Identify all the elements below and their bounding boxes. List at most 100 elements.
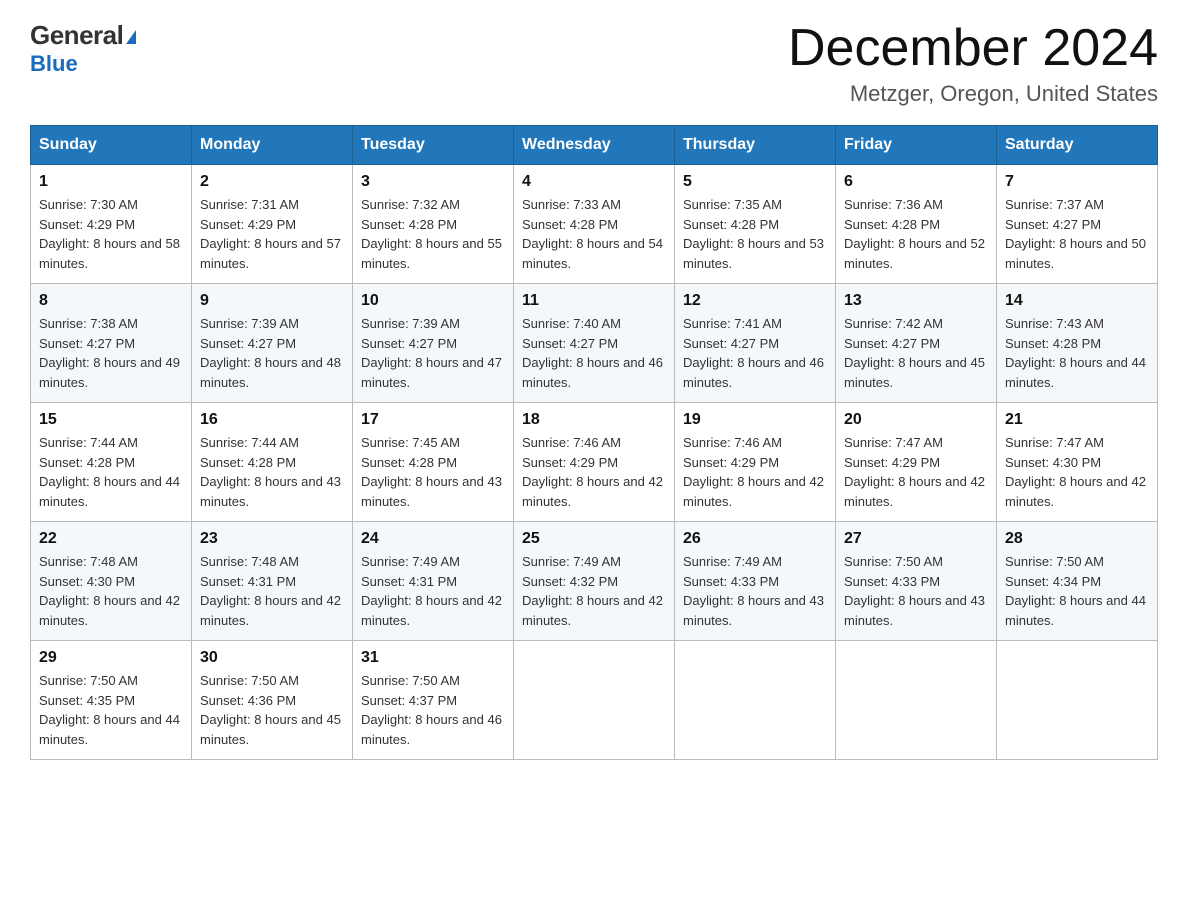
day-number: 11 xyxy=(522,292,666,310)
day-info: Sunrise: 7:32 AMSunset: 4:28 PMDaylight:… xyxy=(361,195,505,273)
day-info: Sunrise: 7:47 AMSunset: 4:29 PMDaylight:… xyxy=(844,433,988,511)
calendar-cell: 25 Sunrise: 7:49 AMSunset: 4:32 PMDayligh… xyxy=(514,522,675,641)
day-info: Sunrise: 7:47 AMSunset: 4:30 PMDaylight:… xyxy=(1005,433,1149,511)
day-number: 8 xyxy=(39,292,183,310)
day-number: 26 xyxy=(683,530,827,548)
day-info: Sunrise: 7:41 AMSunset: 4:27 PMDaylight:… xyxy=(683,314,827,392)
day-number: 25 xyxy=(522,530,666,548)
day-number: 16 xyxy=(200,411,344,429)
day-info: Sunrise: 7:38 AMSunset: 4:27 PMDaylight:… xyxy=(39,314,183,392)
day-info: Sunrise: 7:30 AMSunset: 4:29 PMDaylight:… xyxy=(39,195,183,273)
calendar-week-row: 29 Sunrise: 7:50 AMSunset: 4:35 PMDayligh… xyxy=(31,641,1158,760)
day-number: 9 xyxy=(200,292,344,310)
month-title: December 2024 xyxy=(788,20,1158,77)
day-number: 15 xyxy=(39,411,183,429)
calendar-cell: 8 Sunrise: 7:38 AMSunset: 4:27 PMDaylight… xyxy=(31,284,192,403)
logo-blue-text: Blue xyxy=(30,51,78,77)
calendar-cell: 6Sunrise: 7:36 AMSunset: 4:28 PMDaylight… xyxy=(836,165,997,284)
day-info: Sunrise: 7:46 AMSunset: 4:29 PMDaylight:… xyxy=(522,433,666,511)
day-info: Sunrise: 7:49 AMSunset: 4:31 PMDaylight:… xyxy=(361,552,505,630)
logo: General Blue xyxy=(30,20,136,77)
day-number: 21 xyxy=(1005,411,1149,429)
weekday-header-sunday: Sunday xyxy=(31,126,192,165)
day-number: 1 xyxy=(39,173,183,191)
day-number: 5 xyxy=(683,173,827,191)
day-info: Sunrise: 7:35 AMSunset: 4:28 PMDaylight:… xyxy=(683,195,827,273)
calendar-cell: 3 Sunrise: 7:32 AMSunset: 4:28 PMDaylight… xyxy=(353,165,514,284)
logo-general-text: General xyxy=(30,20,136,51)
calendar-cell xyxy=(675,641,836,760)
weekday-header-row: SundayMondayTuesdayWednesdayThursdayFrid… xyxy=(31,126,1158,165)
calendar-cell: 20 Sunrise: 7:47 AMSunset: 4:29 PMDayligh… xyxy=(836,403,997,522)
calendar-cell: 12 Sunrise: 7:41 AMSunset: 4:27 PMDayligh… xyxy=(675,284,836,403)
day-info: Sunrise: 7:48 AMSunset: 4:30 PMDaylight:… xyxy=(39,552,183,630)
calendar-cell xyxy=(514,641,675,760)
calendar-cell: 15 Sunrise: 7:44 AMSunset: 4:28 PMDayligh… xyxy=(31,403,192,522)
day-info: Sunrise: 7:31 AMSunset: 4:29 PMDaylight:… xyxy=(200,195,344,273)
day-number: 23 xyxy=(200,530,344,548)
day-number: 2 xyxy=(200,173,344,191)
calendar-cell xyxy=(997,641,1158,760)
calendar-cell: 16 Sunrise: 7:44 AMSunset: 4:28 PMDayligh… xyxy=(192,403,353,522)
calendar-cell: 30 Sunrise: 7:50 AMSunset: 4:36 PMDayligh… xyxy=(192,641,353,760)
calendar-week-row: 22Sunrise: 7:48 AMSunset: 4:30 PMDayligh… xyxy=(31,522,1158,641)
day-number: 28 xyxy=(1005,530,1149,548)
day-info: Sunrise: 7:48 AMSunset: 4:31 PMDaylight:… xyxy=(200,552,344,630)
weekday-header-thursday: Thursday xyxy=(675,126,836,165)
weekday-header-saturday: Saturday xyxy=(997,126,1158,165)
page-header: General Blue December 2024 Metzger, Oreg… xyxy=(30,20,1158,107)
calendar-cell: 28 Sunrise: 7:50 AMSunset: 4:34 PMDayligh… xyxy=(997,522,1158,641)
day-info: Sunrise: 7:44 AMSunset: 4:28 PMDaylight:… xyxy=(200,433,344,511)
day-info: Sunrise: 7:50 AMSunset: 4:33 PMDaylight:… xyxy=(844,552,988,630)
day-number: 18 xyxy=(522,411,666,429)
day-info: Sunrise: 7:39 AMSunset: 4:27 PMDaylight:… xyxy=(200,314,344,392)
calendar-cell: 23 Sunrise: 7:48 AMSunset: 4:31 PMDayligh… xyxy=(192,522,353,641)
day-info: Sunrise: 7:49 AMSunset: 4:33 PMDaylight:… xyxy=(683,552,827,630)
day-number: 7 xyxy=(1005,173,1149,191)
calendar-week-row: 8 Sunrise: 7:38 AMSunset: 4:27 PMDaylight… xyxy=(31,284,1158,403)
day-info: Sunrise: 7:50 AMSunset: 4:37 PMDaylight:… xyxy=(361,671,505,749)
weekday-header-wednesday: Wednesday xyxy=(514,126,675,165)
calendar-week-row: 1 Sunrise: 7:30 AMSunset: 4:29 PMDaylight… xyxy=(31,165,1158,284)
day-number: 30 xyxy=(200,649,344,667)
day-info: Sunrise: 7:37 AMSunset: 4:27 PMDaylight:… xyxy=(1005,195,1149,273)
weekday-header-tuesday: Tuesday xyxy=(353,126,514,165)
calendar-cell: 26 Sunrise: 7:49 AMSunset: 4:33 PMDayligh… xyxy=(675,522,836,641)
calendar-table: SundayMondayTuesdayWednesdayThursdayFrid… xyxy=(30,125,1158,760)
day-info: Sunrise: 7:40 AMSunset: 4:27 PMDaylight:… xyxy=(522,314,666,392)
calendar-cell: 24Sunrise: 7:49 AMSunset: 4:31 PMDayligh… xyxy=(353,522,514,641)
day-info: Sunrise: 7:49 AMSunset: 4:32 PMDaylight:… xyxy=(522,552,666,630)
day-number: 27 xyxy=(844,530,988,548)
day-number: 4 xyxy=(522,173,666,191)
day-number: 14 xyxy=(1005,292,1149,310)
calendar-week-row: 15 Sunrise: 7:44 AMSunset: 4:28 PMDayligh… xyxy=(31,403,1158,522)
day-number: 6 xyxy=(844,173,988,191)
day-info: Sunrise: 7:50 AMSunset: 4:36 PMDaylight:… xyxy=(200,671,344,749)
day-info: Sunrise: 7:50 AMSunset: 4:35 PMDaylight:… xyxy=(39,671,183,749)
day-number: 31 xyxy=(361,649,505,667)
day-info: Sunrise: 7:42 AMSunset: 4:27 PMDaylight:… xyxy=(844,314,988,392)
day-number: 10 xyxy=(361,292,505,310)
day-number: 13 xyxy=(844,292,988,310)
day-info: Sunrise: 7:50 AMSunset: 4:34 PMDaylight:… xyxy=(1005,552,1149,630)
weekday-header-monday: Monday xyxy=(192,126,353,165)
day-number: 29 xyxy=(39,649,183,667)
calendar-cell: 14 Sunrise: 7:43 AMSunset: 4:28 PMDayligh… xyxy=(997,284,1158,403)
day-number: 12 xyxy=(683,292,827,310)
day-info: Sunrise: 7:33 AMSunset: 4:28 PMDaylight:… xyxy=(522,195,666,273)
day-number: 20 xyxy=(844,411,988,429)
calendar-cell: 21 Sunrise: 7:47 AMSunset: 4:30 PMDayligh… xyxy=(997,403,1158,522)
title-block: December 2024 Metzger, Oregon, United St… xyxy=(788,20,1158,107)
calendar-cell: 13 Sunrise: 7:42 AMSunset: 4:27 PMDayligh… xyxy=(836,284,997,403)
day-info: Sunrise: 7:45 AMSunset: 4:28 PMDaylight:… xyxy=(361,433,505,511)
calendar-cell: 4 Sunrise: 7:33 AMSunset: 4:28 PMDaylight… xyxy=(514,165,675,284)
calendar-cell: 1 Sunrise: 7:30 AMSunset: 4:29 PMDaylight… xyxy=(31,165,192,284)
day-number: 3 xyxy=(361,173,505,191)
calendar-cell: 9 Sunrise: 7:39 AMSunset: 4:27 PMDaylight… xyxy=(192,284,353,403)
day-info: Sunrise: 7:46 AMSunset: 4:29 PMDaylight:… xyxy=(683,433,827,511)
calendar-cell: 31 Sunrise: 7:50 AMSunset: 4:37 PMDayligh… xyxy=(353,641,514,760)
calendar-cell: 2 Sunrise: 7:31 AMSunset: 4:29 PMDaylight… xyxy=(192,165,353,284)
day-info: Sunrise: 7:43 AMSunset: 4:28 PMDaylight:… xyxy=(1005,314,1149,392)
day-info: Sunrise: 7:44 AMSunset: 4:28 PMDaylight:… xyxy=(39,433,183,511)
logo-triangle-icon xyxy=(126,30,136,44)
